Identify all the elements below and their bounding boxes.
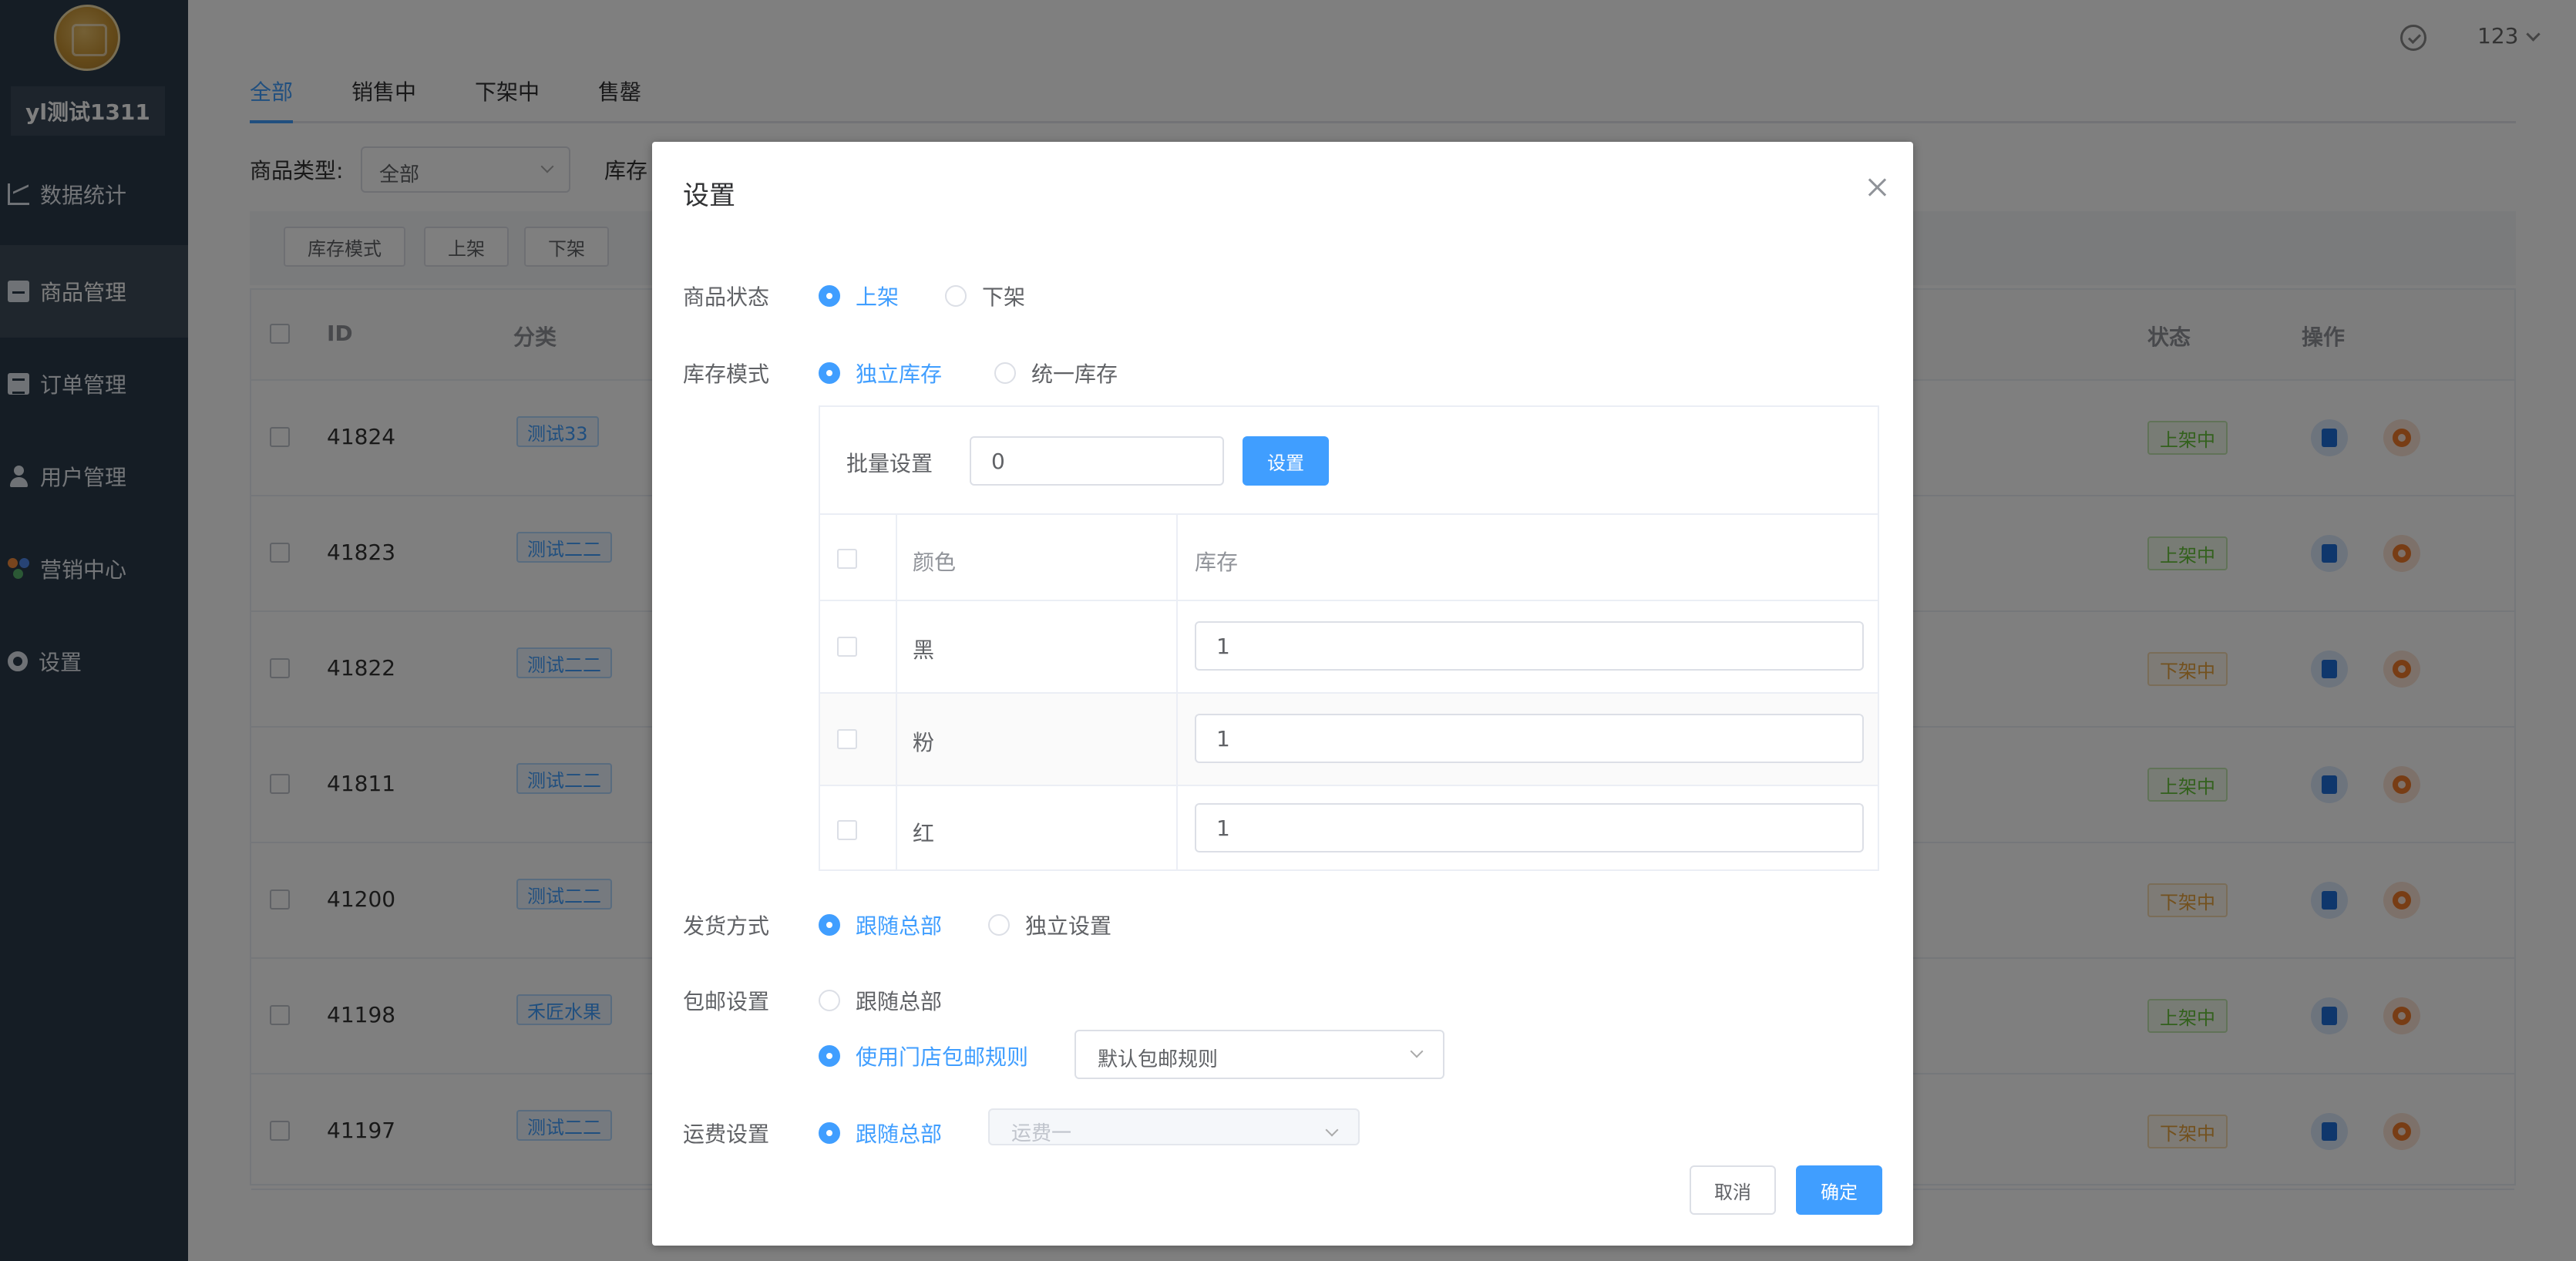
row-checkbox[interactable] [837, 729, 857, 749]
radio-free-shipping-follow-hq[interactable]: 跟随总部 [819, 985, 942, 1016]
stock-row: 粉 [820, 694, 1878, 786]
radio-dot [819, 285, 840, 307]
select-all-checkbox[interactable] [837, 549, 857, 569]
radio-label: 使用门店包邮规则 [856, 1044, 1029, 1070]
radio-label: 跟随总部 [856, 989, 943, 1014]
radio-dot [945, 285, 967, 307]
close-icon[interactable] [1865, 176, 1888, 199]
column-divider [1176, 513, 1178, 871]
radio-dot [819, 914, 840, 936]
stock-row: 红 [820, 786, 1878, 871]
radio-freight-follow-hq[interactable]: 跟随总部 [819, 1118, 942, 1148]
shipping-method-label: 发货方式 [683, 913, 770, 939]
column-stock: 库存 [1195, 550, 1239, 575]
radio-dot [994, 362, 1016, 384]
radio-off-shelf[interactable]: 下架 [945, 281, 1025, 311]
radio-label: 独立库存 [856, 361, 943, 387]
dialog-title: 设置 [683, 180, 735, 211]
radio-label: 下架 [982, 284, 1026, 310]
radio-dot [819, 990, 840, 1011]
batch-set-button[interactable]: 设置 [1243, 436, 1329, 486]
radio-unified-stock[interactable]: 统一库存 [994, 358, 1118, 388]
stock-settings-panel: 批量设置 设置 颜色 库存 黑 粉 红 [819, 405, 1879, 871]
radio-dot [819, 1045, 840, 1067]
row-checkbox[interactable] [837, 637, 857, 657]
cancel-button[interactable]: 取消 [1690, 1165, 1776, 1215]
radio-dot [819, 1122, 840, 1144]
batch-stock-input[interactable] [970, 436, 1224, 486]
color-value: 粉 [913, 730, 935, 755]
free-shipping-rule-select[interactable]: 默认包邮规则 [1074, 1030, 1444, 1079]
row-checkbox[interactable] [837, 820, 857, 840]
radio-dot [819, 362, 840, 384]
radio-independent-stock[interactable]: 独立库存 [819, 358, 942, 388]
radio-label: 跟随总部 [856, 1121, 943, 1147]
settings-dialog: 设置 商品状态 上架 下架 库存模式 独立库存 统一库存 批量设置 设置 颜色 … [652, 142, 1913, 1246]
stock-mode-label: 库存模式 [683, 361, 770, 387]
stock-input[interactable] [1195, 621, 1864, 671]
radio-on-shelf[interactable]: 上架 [819, 281, 899, 311]
radio-label: 统一库存 [1031, 361, 1118, 387]
color-value: 黑 [913, 637, 935, 663]
radio-label: 上架 [856, 284, 900, 310]
stock-row: 黑 [820, 601, 1878, 694]
radio-shipping-follow-hq[interactable]: 跟随总部 [819, 910, 942, 940]
radio-label: 跟随总部 [856, 913, 943, 939]
stock-table-header: 颜色 库存 [820, 513, 1878, 601]
radio-label: 独立设置 [1025, 913, 1112, 939]
freight-setting-label: 运费设置 [683, 1121, 770, 1147]
radio-shipping-independent[interactable]: 独立设置 [988, 910, 1111, 940]
free-shipping-label: 包邮设置 [683, 989, 770, 1014]
confirm-button[interactable]: 确定 [1796, 1165, 1882, 1215]
stock-input[interactable] [1195, 714, 1864, 763]
stock-input[interactable] [1195, 803, 1864, 852]
color-value: 红 [913, 821, 935, 846]
column-divider [896, 513, 897, 871]
radio-dot [988, 914, 1010, 936]
radio-store-free-shipping[interactable]: 使用门店包邮规则 [819, 1041, 1028, 1071]
column-color: 颜色 [913, 550, 957, 575]
batch-setting-label: 批量设置 [846, 451, 933, 476]
freight-template-select: 运费一 [988, 1108, 1360, 1145]
product-status-label: 商品状态 [683, 284, 770, 310]
